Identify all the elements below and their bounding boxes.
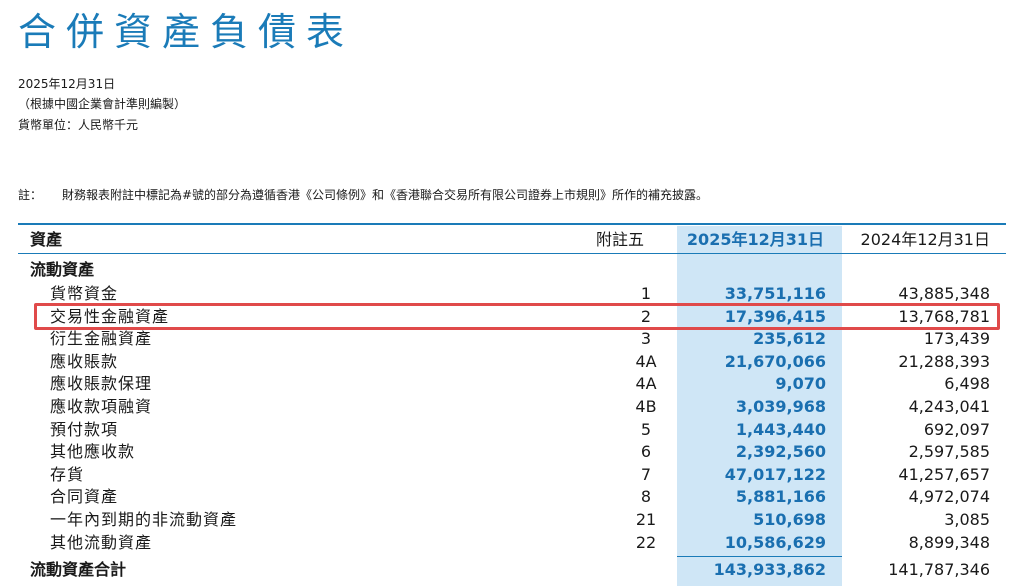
table-row: 其他流動資產 22 10,586,629 8,899,348: [18, 532, 1006, 554]
row-value-2025: 47,017,122: [724, 465, 826, 484]
row-value-2025: 9,070: [775, 374, 826, 393]
row-value-2024: 4,243,041: [908, 397, 990, 416]
row-value-2025: 1,443,440: [735, 420, 826, 439]
row-value-2025: 33,751,116: [724, 284, 826, 303]
highlight-box: [34, 303, 1000, 330]
footnote-text: 財務報表附註中標記為#號的部分為遵循香港《公司條例》和《香港聯合交易所有限公司證…: [62, 188, 709, 202]
header-2025: 2025年12月31日: [686, 230, 824, 249]
table-row: 合同資產 8 5,881,166 4,972,074: [18, 486, 1006, 508]
row-value-2025: 21,670,066: [724, 352, 826, 371]
row-value-2024: 692,097: [923, 420, 990, 439]
row-value-2025: 235,612: [753, 329, 826, 348]
table-row: 其他應收款 6 2,392,560 2,597,585: [18, 441, 1006, 463]
row-label: 衍生金融資產: [50, 329, 153, 348]
row-label: 合同資產: [50, 487, 119, 506]
total-value-2025: 143,933,862: [713, 560, 826, 579]
total-value-2024: 141,787,346: [888, 560, 990, 579]
row-label: 其他應收款: [50, 442, 136, 461]
row-note: 4B: [635, 397, 657, 416]
row-value-2025: 510,698: [753, 510, 826, 529]
row-value-2025: 3,039,968: [735, 397, 826, 416]
section-current-assets: 流動資產: [30, 260, 95, 279]
row-value-2025: 10,586,629: [724, 533, 826, 552]
statement-date: 2025年12月31日: [18, 77, 116, 91]
row-value-2024: 3,085: [944, 510, 990, 529]
table-header-rule: [18, 253, 1006, 254]
table-row: 衍生金融資產 3 235,612 173,439: [18, 328, 1006, 350]
row-value-2024: 4,972,074: [908, 487, 990, 506]
row-value-2025: 5,881,166: [735, 487, 826, 506]
row-label: 貨幣資金: [50, 284, 119, 303]
row-value-2024: 41,257,657: [898, 465, 990, 484]
row-label: 存貨: [50, 465, 85, 484]
row-note: 21: [635, 510, 657, 529]
row-label: 預付款項: [50, 420, 119, 439]
currency-unit: 貨幣單位：人民幣千元: [18, 118, 139, 132]
table-row: 一年內到期的非流動資產 21 510,698 3,085: [18, 509, 1006, 531]
footnote: 註： 財務報表附註中標記為#號的部分為遵循香港《公司條例》和《香港聯合交易所有限公…: [18, 186, 708, 204]
table-row: 應收賬款 4A 21,670,066 21,288,393: [18, 351, 1006, 373]
table-row: 預付款項 5 1,443,440 692,097: [18, 419, 1006, 441]
row-label: 一年內到期的非流動資產: [50, 510, 238, 529]
table-row: 應收賬款保理 4A 9,070 6,498: [18, 373, 1006, 395]
row-note: 8: [640, 487, 652, 506]
header-note: 附註五: [596, 230, 645, 249]
row-value-2024: 21,288,393: [898, 352, 990, 371]
header-2024: 2024年12月31日: [860, 230, 990, 249]
total-row: 流動資產合計 143,933,862 141,787,346: [18, 559, 1006, 581]
table-row: 貨幣資金 1 33,751,116 43,885,348: [18, 283, 1006, 305]
row-label: 應收賬款: [50, 352, 119, 371]
row-value-2024: 173,439: [923, 329, 990, 348]
table-row: 應收款項融資 4B 3,039,968 4,243,041: [18, 396, 1006, 418]
row-label: 應收賬款保理: [50, 374, 153, 393]
row-note: 1: [640, 284, 652, 303]
table-row: 存貨 7 47,017,122 41,257,657: [18, 464, 1006, 486]
row-label: 應收款項融資: [50, 397, 153, 416]
subtotal-rule: [677, 556, 842, 557]
row-value-2024: 6,498: [944, 374, 990, 393]
row-note: 6: [640, 442, 652, 461]
row-note: 4A: [635, 352, 657, 371]
row-note: 7: [640, 465, 652, 484]
header-asset: 資產: [30, 230, 63, 249]
row-value-2025: 2,392,560: [735, 442, 826, 461]
page-title: 合併資產負債表: [18, 10, 355, 54]
row-value-2024: 2,597,585: [908, 442, 990, 461]
row-value-2024: 43,885,348: [898, 284, 990, 303]
row-note: 22: [635, 533, 657, 552]
row-note: 3: [640, 329, 652, 348]
row-label: 其他流動資產: [50, 533, 153, 552]
table-top-rule: [18, 223, 1006, 225]
row-note: 4A: [635, 374, 657, 393]
row-note: 5: [640, 420, 652, 439]
footnote-label: 註：: [18, 188, 43, 202]
row-value-2024: 8,899,348: [908, 533, 990, 552]
total-label: 流動資產合計: [30, 560, 127, 579]
accounting-basis: （根據中國企業會計準則編製）: [18, 97, 187, 111]
